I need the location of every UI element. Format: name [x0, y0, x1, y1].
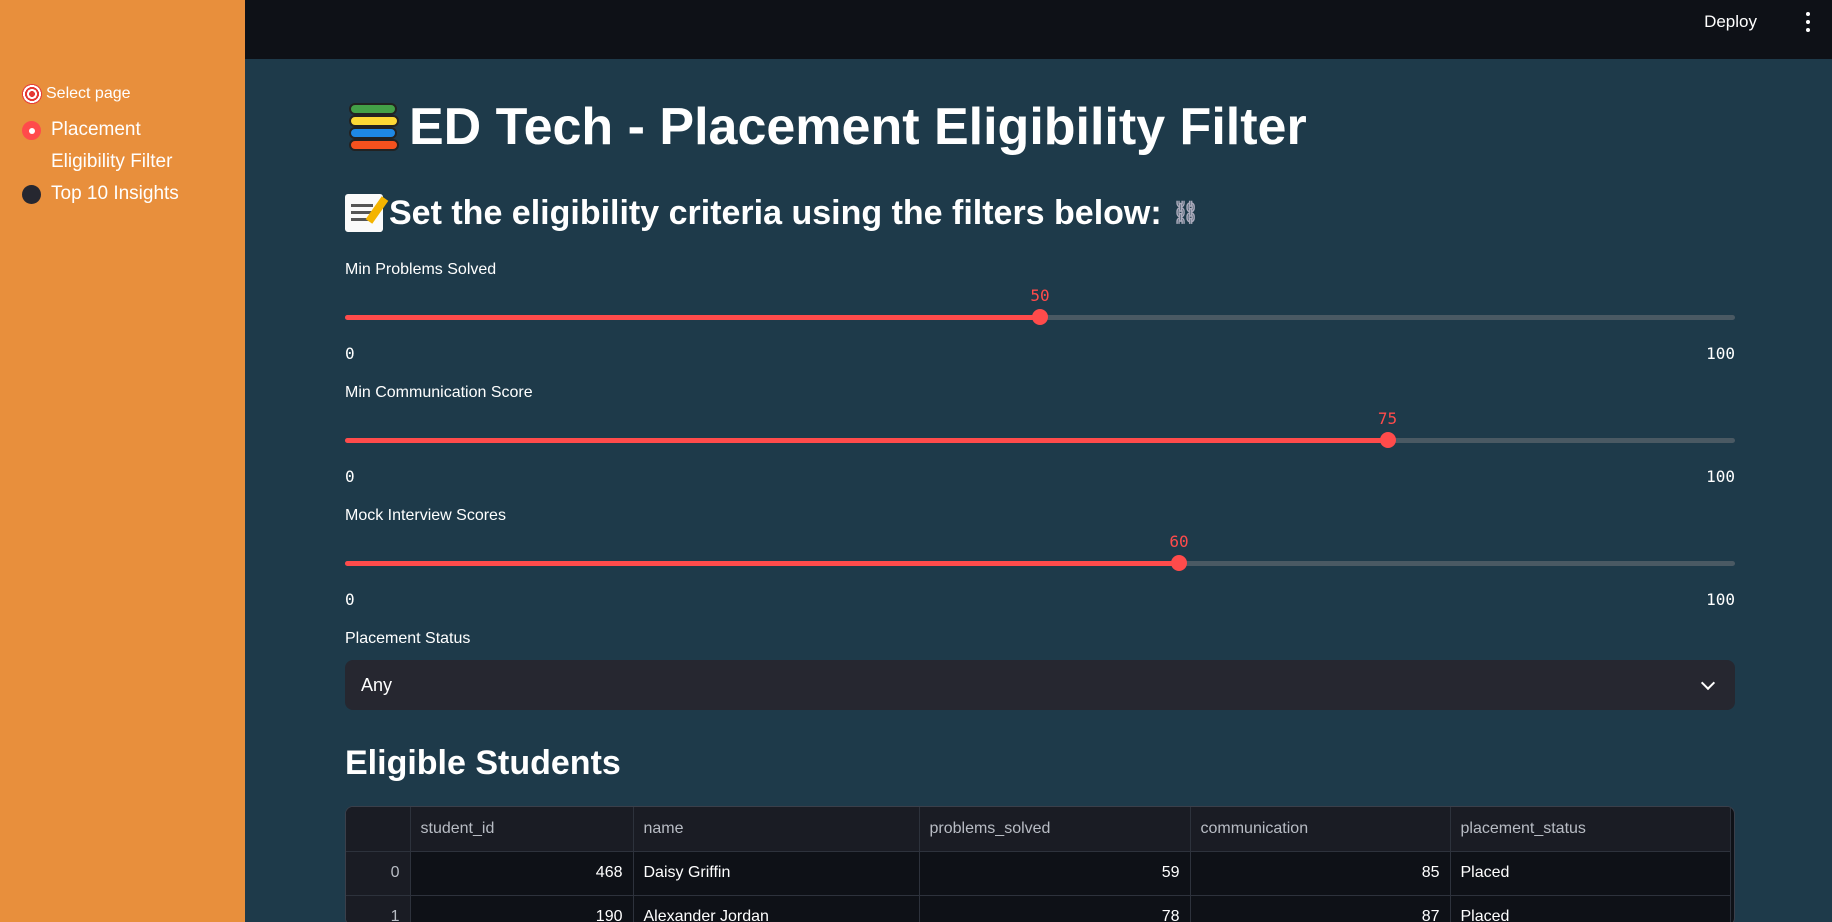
- table-row[interactable]: 1 190 Alexander Jordan 78 87 Placed: [346, 895, 1731, 922]
- cell-student-id[interactable]: 190: [410, 895, 634, 922]
- slider-max: 100: [1706, 344, 1735, 363]
- cell-name[interactable]: Daisy Griffin: [633, 851, 920, 896]
- radio-option-label-line1: Placement: [51, 119, 141, 140]
- slider-label: Mock Interview Scores: [345, 507, 506, 524]
- radio-option-top10[interactable]: Top 10 Insights: [22, 178, 179, 210]
- table-header-row: student_id name problems_solved communic…: [346, 807, 1731, 852]
- books-icon: [345, 99, 403, 155]
- slider-max: 100: [1706, 590, 1735, 609]
- slider-communication-score: Min Communication Score 75 0 100: [345, 383, 1735, 486]
- sidebar: Select page Placement Eligibility Filter…: [0, 0, 245, 922]
- filters-heading-text: Set the eligibility criteria using the f…: [389, 194, 1162, 232]
- slider-min: 0: [345, 467, 355, 486]
- top-bar: Deploy: [245, 0, 1832, 59]
- slider-track[interactable]: [345, 555, 1735, 571]
- students-table[interactable]: student_id name problems_solved communic…: [345, 806, 1735, 922]
- placement-status-select[interactable]: Any: [345, 660, 1735, 710]
- anchor-link-icon[interactable]: ⛓: [1172, 193, 1200, 233]
- radio-unselected-icon[interactable]: [22, 185, 41, 204]
- radio-title-label: Select page: [46, 85, 131, 102]
- memo-icon: [345, 194, 389, 232]
- slider-value: 60: [1169, 532, 1189, 551]
- column-header-name[interactable]: name: [633, 807, 920, 852]
- slider-thumb[interactable]: [1379, 432, 1396, 448]
- slider-track[interactable]: [345, 432, 1735, 448]
- cell-placement-status[interactable]: Placed: [1450, 851, 1731, 896]
- slider-label: Min Communication Score: [345, 384, 533, 401]
- eligible-students-heading: Eligible Students: [345, 744, 621, 782]
- slider-fill: [345, 315, 1040, 320]
- cell-student-id[interactable]: 468: [410, 851, 634, 896]
- column-header-student-id[interactable]: student_id: [410, 807, 634, 852]
- row-index: 0: [346, 851, 411, 896]
- cell-placement-status[interactable]: Placed: [1450, 895, 1731, 922]
- kebab-menu-icon[interactable]: [1804, 12, 1812, 32]
- slider-track[interactable]: [345, 309, 1735, 325]
- slider-value: 75: [1377, 409, 1398, 428]
- page-title-text: ED Tech - Placement Eligibility Filter: [409, 98, 1307, 156]
- cell-problems-solved[interactable]: 59: [919, 851, 1191, 896]
- cell-communication[interactable]: 85: [1190, 851, 1451, 896]
- slider-mock-interview: Mock Interview Scores 60 0 100: [345, 506, 1735, 609]
- cell-name[interactable]: Alexander Jordan: [633, 895, 920, 922]
- column-header-communication[interactable]: communication: [1190, 807, 1451, 852]
- chevron-down-icon[interactable]: [1700, 675, 1716, 691]
- radio-option-placement[interactable]: Placement Eligibility Filter: [22, 114, 172, 178]
- slider-label: Min Problems Solved: [345, 261, 497, 278]
- row-index: 1: [346, 895, 411, 922]
- column-header-placement-status[interactable]: placement_status: [1450, 807, 1731, 852]
- page-title: ED Tech - Placement Eligibility Filter: [345, 97, 1307, 157]
- radio-option-label-line2: Eligibility Filter: [51, 151, 173, 172]
- data-table: student_id name problems_solved communic…: [346, 807, 1731, 922]
- slider-fill: [345, 561, 1179, 566]
- app-root: Select page Placement Eligibility Filter…: [0, 0, 1832, 922]
- cell-communication[interactable]: 87: [1190, 895, 1451, 922]
- column-header-index[interactable]: [346, 807, 411, 852]
- target-icon: [22, 84, 42, 104]
- radio-selected-icon[interactable]: [22, 121, 41, 140]
- slider-value: 50: [1030, 286, 1050, 305]
- slider-thumb[interactable]: [1171, 555, 1187, 571]
- select-value: Any: [361, 675, 393, 695]
- radio-option-label: Placement Eligibility Filter: [51, 114, 172, 178]
- placement-status-label: Placement Status: [345, 630, 471, 647]
- slider-fill: [345, 438, 1388, 443]
- slider-min: 0: [345, 590, 355, 609]
- column-header-problems-solved[interactable]: problems_solved: [919, 807, 1191, 852]
- radio-option-label: Top 10 Insights: [51, 183, 179, 204]
- deploy-button[interactable]: Deploy: [1704, 12, 1757, 32]
- table-row[interactable]: 0 468 Daisy Griffin 59 85 Placed: [346, 851, 1731, 896]
- radio-title: Select page: [22, 84, 131, 104]
- filters-heading: Set the eligibility criteria using the f…: [345, 193, 1200, 233]
- slider-min: 0: [345, 344, 355, 363]
- slider-problems-solved: Min Problems Solved 50 0 100: [345, 260, 1735, 363]
- slider-thumb[interactable]: [1032, 309, 1048, 325]
- cell-problems-solved[interactable]: 78: [919, 895, 1191, 922]
- slider-max: 100: [1706, 467, 1735, 486]
